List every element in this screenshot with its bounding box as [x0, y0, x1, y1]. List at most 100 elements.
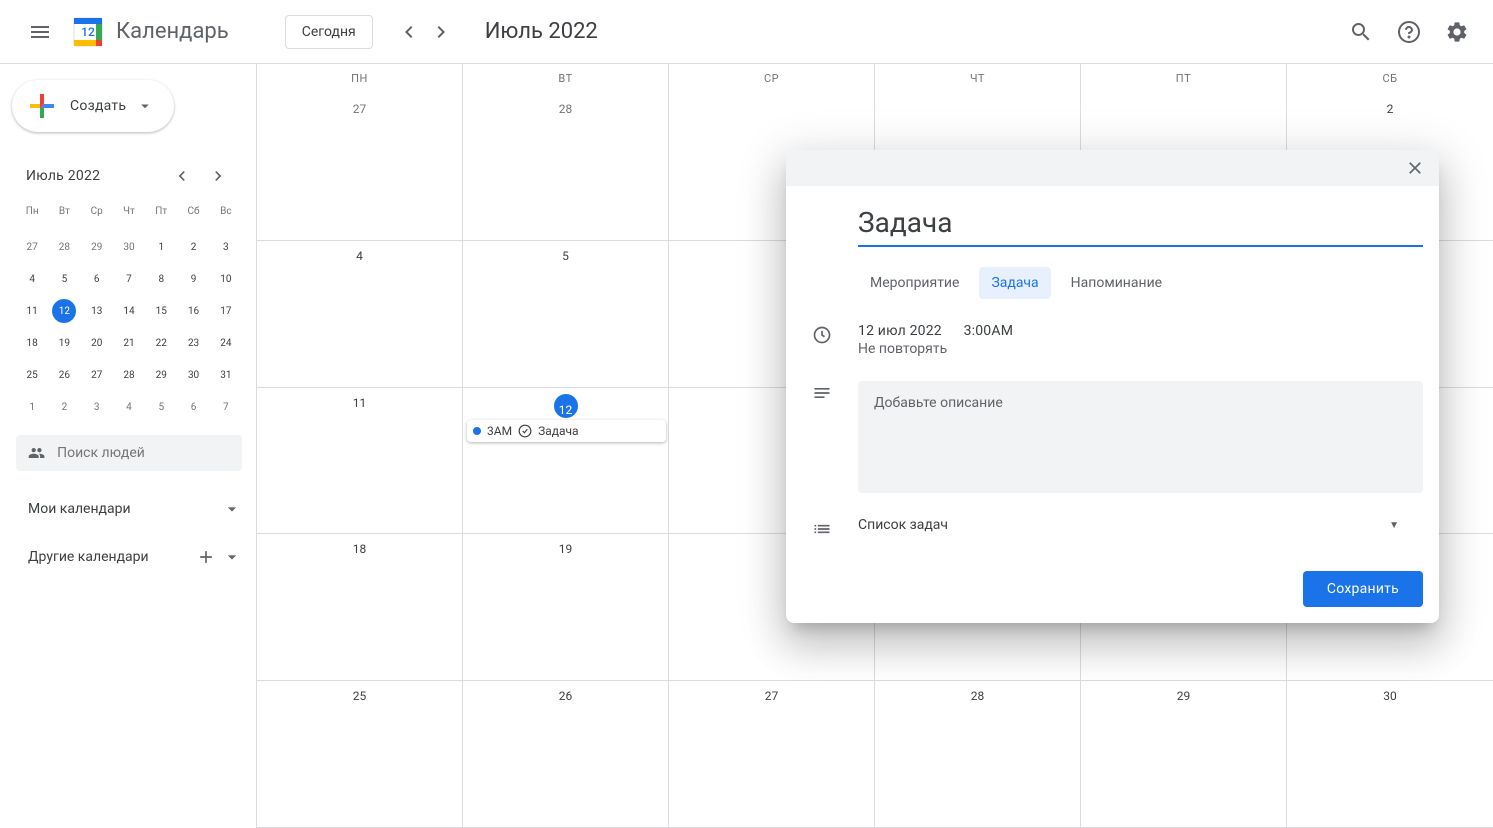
mini-day[interactable]: 6: [85, 267, 109, 291]
mini-day[interactable]: 1: [149, 235, 173, 259]
event-time: 3AM: [487, 424, 512, 438]
task-list-select[interactable]: Список задач ▼: [858, 517, 1423, 533]
day-cell[interactable]: 5: [463, 241, 669, 387]
mini-day[interactable]: 29: [85, 235, 109, 259]
mini-dow: Вс: [210, 202, 242, 221]
mini-day[interactable]: 30: [117, 235, 141, 259]
mini-day[interactable]: 1: [20, 395, 44, 419]
mini-day[interactable]: 18: [20, 331, 44, 355]
mini-day[interactable]: 2: [182, 235, 206, 259]
task-title-input[interactable]: [858, 202, 1423, 247]
calendar-logo-icon: 12: [68, 12, 108, 52]
mini-day[interactable]: 29: [149, 363, 173, 387]
mini-day[interactable]: 28: [52, 235, 76, 259]
hamburger-icon: [28, 20, 52, 44]
tab-reminder[interactable]: Напоминание: [1059, 267, 1174, 299]
mini-day[interactable]: 6: [182, 395, 206, 419]
mini-day[interactable]: 23: [182, 331, 206, 355]
save-button[interactable]: Сохранить: [1303, 571, 1423, 607]
mini-day[interactable]: 16: [182, 299, 206, 323]
other-calendars-section[interactable]: Другие календари: [12, 547, 256, 567]
mini-day[interactable]: 7: [117, 267, 141, 291]
mini-day[interactable]: 17: [214, 299, 238, 323]
tab-event[interactable]: Мероприятие: [858, 267, 971, 299]
mini-day[interactable]: 3: [85, 395, 109, 419]
day-cell[interactable]: 26: [463, 681, 669, 827]
mini-day[interactable]: 11: [20, 299, 44, 323]
event-chip[interactable]: 3AMЗадача: [467, 420, 666, 442]
app-logo: 12 Календарь: [68, 12, 229, 52]
mini-day[interactable]: 12: [52, 299, 76, 323]
header-actions: [1341, 12, 1477, 52]
create-button[interactable]: Создать: [12, 80, 174, 132]
mini-day[interactable]: 7: [214, 395, 238, 419]
description-input[interactable]: [874, 395, 1407, 475]
mini-day[interactable]: 25: [20, 363, 44, 387]
mini-day[interactable]: 4: [117, 395, 141, 419]
my-calendars-section[interactable]: Мои календари: [12, 499, 256, 519]
mini-day[interactable]: 24: [214, 331, 238, 355]
day-cell[interactable]: 27: [257, 94, 463, 240]
search-people-input[interactable]: [57, 445, 230, 461]
mini-day[interactable]: 14: [117, 299, 141, 323]
mini-day[interactable]: 22: [149, 331, 173, 355]
today-button[interactable]: Сегодня: [285, 15, 373, 49]
mini-day[interactable]: 27: [85, 363, 109, 387]
task-repeat[interactable]: Не повторять: [858, 341, 1423, 357]
mini-day[interactable]: 20: [85, 331, 109, 355]
mini-dow: Пн: [16, 202, 48, 221]
mini-next-button[interactable]: [202, 160, 234, 192]
day-cell[interactable]: 29: [1081, 681, 1287, 827]
day-number: 30: [1287, 681, 1493, 703]
mini-day[interactable]: 31: [214, 363, 238, 387]
search-people-field[interactable]: [16, 435, 242, 471]
my-calendars-label: Мои календари: [28, 501, 131, 517]
description-box[interactable]: [858, 381, 1423, 493]
day-cell[interactable]: 19: [463, 534, 669, 680]
mini-day[interactable]: 28: [117, 363, 141, 387]
day-cell[interactable]: 4: [257, 241, 463, 387]
day-cell[interactable]: 30: [1287, 681, 1493, 827]
task-datetime[interactable]: 12 июл 2022 3:00AM: [858, 323, 1423, 339]
day-cell[interactable]: 28: [463, 94, 669, 240]
task-popup: Мероприятие Задача Напоминание 12 июл 20…: [786, 150, 1439, 623]
mini-day[interactable]: 3: [214, 235, 238, 259]
mini-day[interactable]: 4: [20, 267, 44, 291]
day-number: 27: [669, 681, 874, 703]
next-month-button[interactable]: [425, 16, 457, 48]
main-menu-button[interactable]: [16, 8, 64, 56]
mini-day[interactable]: 19: [52, 331, 76, 355]
help-button[interactable]: [1389, 12, 1429, 52]
day-cell[interactable]: 18: [257, 534, 463, 680]
day-cell[interactable]: 27: [669, 681, 875, 827]
prev-month-button[interactable]: [393, 16, 425, 48]
mini-day[interactable]: 26: [52, 363, 76, 387]
tab-task[interactable]: Задача: [979, 267, 1050, 299]
day-cell[interactable]: 123AMЗадача: [463, 388, 669, 534]
mini-day[interactable]: 8: [149, 267, 173, 291]
event-dot-icon: [473, 427, 481, 435]
mini-day[interactable]: 27: [20, 235, 44, 259]
chevron-left-icon: [172, 166, 192, 186]
day-cell[interactable]: 11: [257, 388, 463, 534]
day-number: 26: [463, 681, 668, 703]
mini-day[interactable]: 21: [117, 331, 141, 355]
description-icon: [802, 381, 842, 403]
mini-day[interactable]: 30: [182, 363, 206, 387]
close-button[interactable]: [1399, 152, 1431, 184]
plus-small-icon[interactable]: [196, 547, 216, 567]
day-cell[interactable]: 25: [257, 681, 463, 827]
settings-button[interactable]: [1437, 12, 1477, 52]
chevron-right-icon: [208, 166, 228, 186]
day-cell[interactable]: 28: [875, 681, 1081, 827]
mini-day[interactable]: 2: [52, 395, 76, 419]
mini-prev-button[interactable]: [166, 160, 198, 192]
day-number: 2: [1287, 94, 1493, 116]
search-button[interactable]: [1341, 12, 1381, 52]
mini-day[interactable]: 13: [85, 299, 109, 323]
mini-day[interactable]: 5: [52, 267, 76, 291]
mini-day[interactable]: 15: [149, 299, 173, 323]
mini-day[interactable]: 9: [182, 267, 206, 291]
mini-day[interactable]: 10: [214, 267, 238, 291]
mini-day[interactable]: 5: [149, 395, 173, 419]
